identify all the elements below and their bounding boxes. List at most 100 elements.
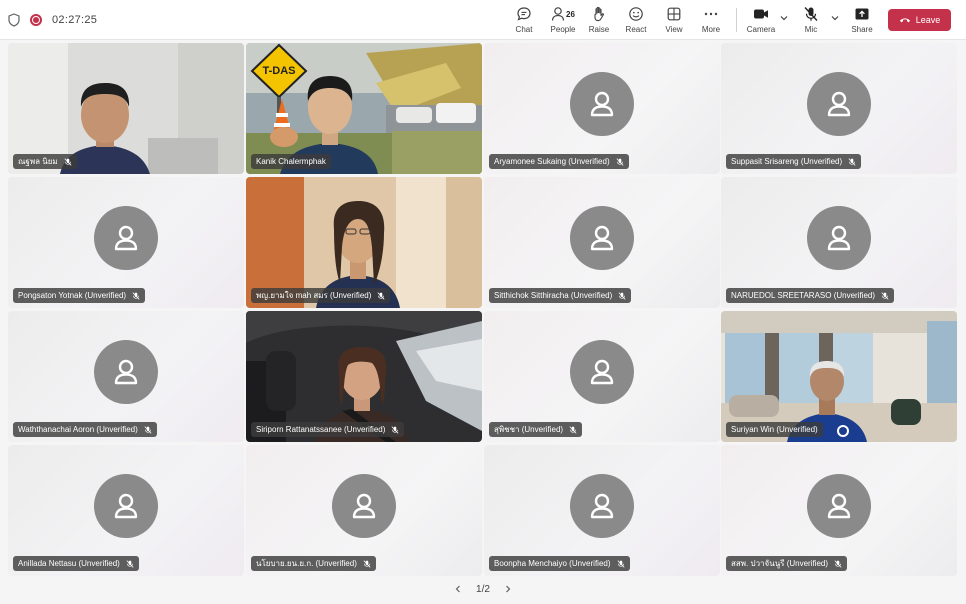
view-label: View [665,25,683,34]
meeting-toolbar: 02:27:25 Chat 26 People Raise React View… [0,0,966,40]
participant-nameplate: Sitthichok Sitthiracha (Unverified) [489,288,632,303]
mic-muted-icon [616,157,624,166]
participant-tile[interactable]: Anillada Nettasu (Unverified) [8,445,244,576]
mic-muted-icon [618,291,626,300]
next-page-button[interactable] [502,583,514,595]
participant-name: Siriporn Rattanatssanee (Unverified) [256,425,386,434]
participant-avatar [570,205,634,270]
participant-tile[interactable]: Waththanachai Aoron (Unverified) [8,311,244,442]
participant-avatar [807,71,871,136]
person-icon [114,359,138,384]
meeting-status: 02:27:25 [8,10,97,30]
mic-muted-icon [569,425,577,434]
raise-hand-button[interactable]: Raise [581,5,617,37]
view-button[interactable]: View [656,5,692,37]
participant-nameplate: พญ.ยามใจ mah สมร (Unverified) [251,288,391,303]
participant-name: Waththanachai Aoron (Unverified) [18,425,138,434]
participant-tile[interactable]: T-DAS Kanik Chalermphak [246,43,482,174]
person-icon [590,359,614,384]
participant-avatar [94,205,158,270]
participant-name: Sitthichok Sitthiracha (Unverified) [494,291,613,300]
participant-nameplate: นโยบาย.ยน.ย.ก. (Unverified) [251,556,376,571]
toolbar-divider [736,8,737,32]
person-icon [827,225,851,250]
participant-tile[interactable]: Suriyan Win (Unverified) [721,311,957,442]
participant-tile[interactable]: ณฐพล นิยม [8,43,244,174]
chat-label: Chat [515,25,533,34]
chat-button[interactable]: Chat [506,5,542,37]
shield-icon [8,13,20,27]
participant-tile[interactable]: สสพ. ปวาจันนูรี (Unverified) [721,445,957,576]
participant-nameplate: สสพ. ปวาจันนูรี (Unverified) [726,556,848,571]
share-label: Share [851,25,873,34]
mic-options-chevron-icon[interactable] [830,13,840,23]
mic-muted-icon [132,291,140,300]
more-icon [704,12,718,16]
camera-options-chevron-icon[interactable] [779,13,789,23]
participant-avatar [94,339,158,404]
person-icon [827,493,851,518]
participant-tile[interactable]: พญ.ยามใจ mah สมร (Unverified) [246,177,482,308]
react-button[interactable]: React [618,5,654,37]
meeting-timer: 02:27:25 [52,14,98,26]
participant-name: Suppasit Srisareng (Unverified) [731,157,843,166]
participant-tile[interactable]: NARUEDOL SREETARASO (Unverified) [721,177,957,308]
person-icon [114,225,138,250]
participant-name: Suriyan Win (Unverified) [731,425,818,434]
hand-icon [594,6,604,22]
person-icon [590,225,614,250]
participant-name: Aryamonee Sukaing (Unverified) [494,157,610,166]
mic-muted-icon [881,291,889,300]
participant-nameplate: Suriyan Win (Unverified) [726,422,823,437]
participant-name: Pongsaton Yotnak (Unverified) [18,291,127,300]
person-icon [590,493,614,518]
participant-nameplate: ณฐพล นิยม [13,154,77,169]
mic-muted-icon [834,559,842,568]
mic-muted-icon [64,157,72,166]
more-button[interactable]: More [693,5,729,37]
participant-name: Kanik Chalermphak [256,157,326,166]
participant-name: นโยบาย.ยน.ย.ก. (Unverified) [256,559,357,568]
participant-nameplate: Kanik Chalermphak [251,154,331,169]
participant-tile[interactable]: Siriporn Rattanatssanee (Unverified) [246,311,482,442]
participant-nameplate: Anillada Nettasu (Unverified) [13,556,139,571]
camera-button[interactable]: Camera [743,5,779,37]
mic-muted-icon [377,291,385,300]
participant-nameplate: Siriporn Rattanatssanee (Unverified) [251,422,405,437]
participant-nameplate: Boonpha Menchaiyo (Unverified) [489,556,630,571]
participant-nameplate: Suppasit Srisareng (Unverified) [726,154,862,169]
share-icon [855,8,869,20]
participant-avatar [807,473,871,538]
chevron-right-icon [506,585,511,593]
participant-tile[interactable]: นโยบาย.ยน.ย.ก. (Unverified) [246,445,482,576]
camera-label: Camera [746,25,776,34]
participant-tile[interactable]: สุพิชชา (Unverified) [484,311,720,442]
previous-page-button[interactable] [452,583,464,595]
people-button[interactable]: 26 People [543,5,583,37]
participant-avatar [570,473,634,538]
participant-avatar [807,205,871,270]
mic-muted-icon [804,7,818,21]
participant-tile[interactable]: Boonpha Menchaiyo (Unverified) [484,445,720,576]
participant-name: Boonpha Menchaiyo (Unverified) [494,559,611,568]
participant-name: พญ.ยามใจ mah สมร (Unverified) [256,291,372,300]
participant-nameplate: NARUEDOL SREETARASO (Unverified) [726,288,895,303]
mic-button[interactable]: Mic [793,5,829,37]
participant-tile[interactable]: Pongsaton Yotnak (Unverified) [8,177,244,308]
share-button[interactable]: Share [844,5,880,37]
react-label: React [625,25,647,34]
participant-tile[interactable]: Aryamonee Sukaing (Unverified) [484,43,720,174]
participant-avatar [94,473,158,538]
participant-name: NARUEDOL SREETARASO (Unverified) [731,291,876,300]
people-label: People [550,25,576,34]
people-count: 26 [566,9,575,19]
participant-tile[interactable]: Sitthichok Sitthiracha (Unverified) [484,177,720,308]
mic-muted-icon [617,559,625,568]
chevron-left-icon [455,585,460,593]
participant-tile[interactable]: Suppasit Srisareng (Unverified) [721,43,957,174]
person-icon [590,91,614,116]
mic-muted-icon [391,425,399,434]
video-grid: ณฐพล นิยม T-DAS Kanik Chalermphak Aryamo… [8,43,957,576]
participant-name: สสพ. ปวาจันนูรี (Unverified) [731,559,829,568]
leave-button[interactable]: Leave [888,9,951,31]
